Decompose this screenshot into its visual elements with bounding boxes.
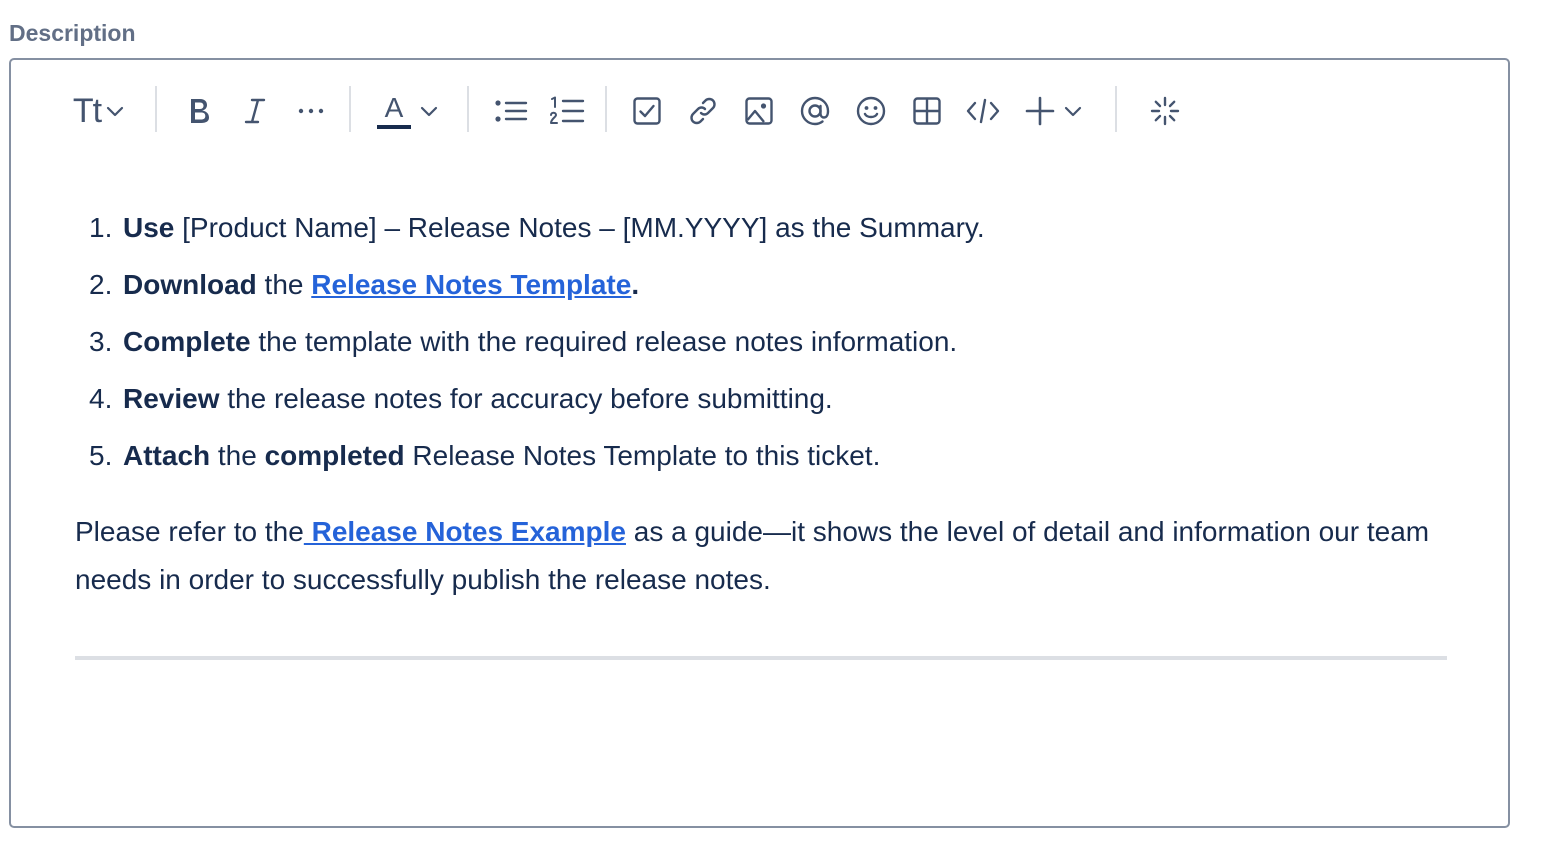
guide-paragraph: Please refer to the Release Notes Exampl… bbox=[75, 508, 1455, 604]
code-button[interactable] bbox=[961, 89, 1005, 133]
editor-content[interactable]: Use [Product Name] – Release Notes – [MM… bbox=[75, 208, 1455, 604]
checkbox-icon bbox=[632, 96, 662, 126]
list-item: Download the Release Notes Template. bbox=[89, 265, 1455, 322]
emoji-icon bbox=[855, 95, 887, 127]
image-button[interactable] bbox=[737, 89, 781, 133]
more-formatting-button[interactable] bbox=[289, 89, 333, 133]
list-item: Use [Product Name] – Release Notes – [MM… bbox=[89, 208, 1455, 265]
list-item: Complete the template with the required … bbox=[89, 322, 1455, 379]
bold-text: Use bbox=[123, 212, 175, 243]
numbered-list-icon bbox=[549, 96, 585, 126]
toolbar-divider bbox=[1115, 86, 1117, 132]
text-color-button[interactable]: A bbox=[371, 89, 445, 133]
steps-list: Use [Product Name] – Release Notes – [MM… bbox=[75, 208, 1455, 493]
bold-button[interactable] bbox=[177, 89, 221, 133]
chevron-down-icon bbox=[419, 104, 439, 118]
more-formatting-icon bbox=[297, 107, 325, 115]
italic-button[interactable] bbox=[233, 89, 277, 133]
toolbar-divider bbox=[349, 86, 351, 132]
bold-text: completed bbox=[264, 440, 405, 471]
bold-icon bbox=[185, 95, 213, 127]
link-icon bbox=[688, 96, 718, 126]
italic-icon bbox=[241, 95, 269, 127]
action-item-button[interactable] bbox=[625, 89, 669, 133]
list-item: Review the release notes for accuracy be… bbox=[89, 379, 1455, 436]
link-button[interactable] bbox=[681, 89, 725, 133]
step-text: [Product Name] – Release Notes – [MM.YYY… bbox=[174, 212, 985, 243]
table-button[interactable] bbox=[905, 89, 949, 133]
ai-sparkle-icon bbox=[1150, 96, 1180, 126]
editor-toolbar: Tt A bbox=[11, 60, 1508, 160]
step-text: Release Notes Template to this ticket. bbox=[404, 440, 881, 471]
description-editor[interactable]: Tt A 1. Use [Product Name] – Release Not… bbox=[9, 58, 1510, 828]
list-item: Attach the completed Release Notes Templ… bbox=[89, 436, 1455, 493]
text-color-icon: A bbox=[377, 91, 411, 129]
release-notes-template-link[interactable]: Release Notes Template bbox=[311, 269, 631, 300]
description-label: Description bbox=[9, 20, 136, 46]
bullet-list-icon bbox=[494, 98, 528, 124]
insert-button[interactable] bbox=[1019, 89, 1089, 133]
ai-assist-button[interactable] bbox=[1143, 89, 1187, 133]
chevron-down-icon bbox=[1063, 104, 1083, 118]
release-notes-example-link[interactable]: Release Notes Example bbox=[304, 516, 626, 547]
text-color-swatch bbox=[377, 124, 411, 129]
table-icon bbox=[912, 96, 942, 126]
step-text: the bbox=[256, 269, 312, 300]
chevron-down-icon bbox=[105, 104, 125, 118]
bold-text: Download bbox=[123, 269, 257, 300]
toolbar-divider bbox=[605, 86, 607, 132]
code-icon bbox=[965, 97, 1001, 125]
text-color-letter: A bbox=[384, 91, 404, 123]
insert-plus-icon bbox=[1025, 96, 1055, 126]
step-text: the release notes for accuracy before su… bbox=[219, 383, 833, 414]
bullet-list-button[interactable] bbox=[489, 89, 533, 133]
step-text: the template with the required release n… bbox=[250, 326, 958, 357]
numbered-list-button[interactable] bbox=[545, 89, 589, 133]
toolbar-divider bbox=[467, 86, 469, 132]
mention-icon bbox=[799, 95, 831, 127]
mention-button[interactable] bbox=[793, 89, 837, 133]
text-style-icon: Tt bbox=[72, 91, 102, 130]
horizontal-rule bbox=[75, 656, 1447, 660]
bold-text: Review bbox=[123, 383, 220, 414]
image-icon bbox=[744, 96, 774, 126]
text-style-button[interactable]: Tt bbox=[63, 89, 135, 133]
guide-text-before: Please refer to the bbox=[75, 516, 304, 547]
step-text: the bbox=[210, 440, 265, 471]
bold-text: Attach bbox=[123, 440, 211, 471]
bold-text: . bbox=[631, 269, 640, 300]
emoji-button[interactable] bbox=[849, 89, 893, 133]
bold-text: Complete bbox=[123, 326, 251, 357]
toolbar-divider bbox=[155, 86, 157, 132]
